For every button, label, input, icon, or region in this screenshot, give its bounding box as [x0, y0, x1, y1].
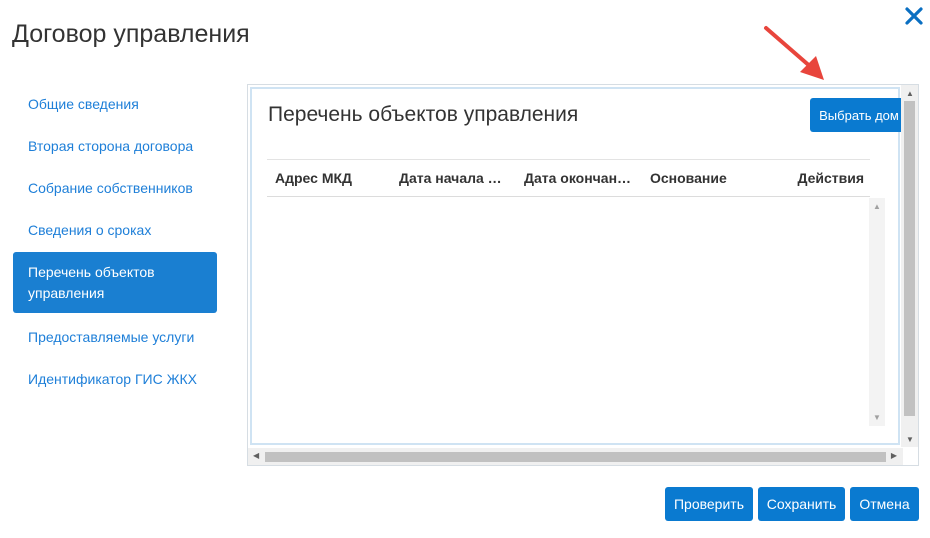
annotation-arrow [764, 26, 824, 80]
section-title: Перечень объектов управления [268, 103, 579, 126]
sidebar-item-label: Предоставляемые услуги [28, 328, 195, 345]
grid-header: Адрес МКД Дата начала … Дата окончан… Ос… [267, 159, 870, 197]
sidebar-item-label: Вторая сторона договора [28, 137, 194, 154]
sidebar-item-second-party[interactable]: Вторая сторона договора [13, 125, 217, 167]
close-icon[interactable] [902, 4, 926, 28]
scrollbar-thumb[interactable] [904, 101, 915, 416]
scroll-left-icon[interactable]: ◀ [253, 451, 259, 460]
sidebar-item-label: Сведения о сроках [28, 221, 152, 238]
sidebar-item-services[interactable]: Предоставляемые услуги [13, 316, 217, 358]
scroll-down-icon[interactable]: ▼ [906, 435, 914, 444]
select-house-button[interactable]: Выбрать дом [810, 98, 908, 132]
scrollbar-thumb[interactable] [265, 452, 886, 462]
scroll-down-icon[interactable]: ▼ [873, 413, 881, 422]
sidebar-item-gis-id[interactable]: Идентификатор ГИС ЖКХ [13, 358, 217, 400]
column-header-end-date[interactable]: Дата окончан… [516, 170, 642, 186]
scroll-up-icon[interactable]: ▲ [906, 89, 914, 98]
sidebar-item-general[interactable]: Общие сведения [13, 83, 217, 125]
sidebar-item-terms[interactable]: Сведения о сроках [13, 209, 217, 251]
column-header-basis[interactable]: Основание [642, 170, 778, 186]
grid-scrollbar[interactable]: ▲ ▼ [869, 198, 885, 426]
sidebar-item-label: Идентификатор ГИС ЖКХ [28, 370, 198, 387]
section-container: Перечень объектов управления Выбрать дом… [250, 87, 908, 445]
sidebar-item-label: Перечень объектов управления [28, 263, 155, 301]
panel-vertical-scrollbar[interactable]: ▲ ▼ [901, 85, 918, 447]
sidebar-nav: Общие сведения Вторая сторона договора С… [13, 83, 217, 400]
check-button[interactable]: Проверить [665, 487, 753, 521]
dialog-title: Договор управления [12, 20, 250, 48]
column-header-start-date[interactable]: Дата начала … [391, 170, 516, 186]
sidebar-item-managed-objects[interactable]: Перечень объектов управления [13, 252, 217, 313]
sidebar-item-label: Общие сведения [28, 95, 139, 112]
scroll-right-icon[interactable]: ▶ [891, 451, 897, 460]
cancel-button[interactable]: Отмена [850, 487, 919, 521]
panel-horizontal-scrollbar[interactable]: ◀ ▶ [248, 448, 903, 465]
sidebar-item-label: Собрание собственников [28, 179, 193, 196]
sidebar-item-owners-meeting[interactable]: Собрание собственников [13, 167, 217, 209]
column-header-address[interactable]: Адрес МКД [267, 170, 391, 186]
save-button[interactable]: Сохранить [758, 487, 845, 521]
column-header-actions[interactable]: Действия [778, 170, 870, 186]
content-panel: Перечень объектов управления Выбрать дом… [247, 84, 919, 466]
scroll-up-icon[interactable]: ▲ [873, 202, 881, 211]
